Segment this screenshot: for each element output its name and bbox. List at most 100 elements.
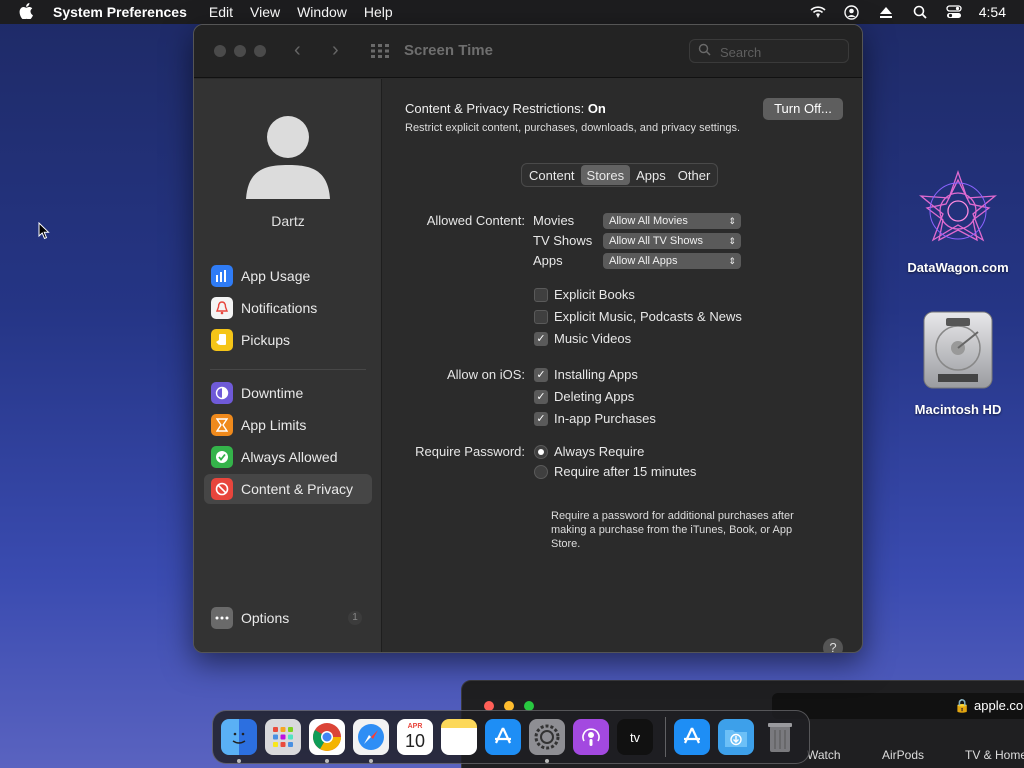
content-pane: Content & Privacy Restrictions: On Restr…: [383, 79, 862, 652]
forward-chevron-icon[interactable]: ›: [332, 39, 339, 62]
sidebar-item-pickups[interactable]: Pickups: [204, 325, 372, 355]
always-require-radio[interactable]: [534, 445, 548, 459]
trash-icon[interactable]: [762, 719, 798, 755]
system-preferences-icon[interactable]: [529, 719, 565, 763]
apps-select[interactable]: Allow All Apps ⇕: [603, 253, 741, 269]
menu-help[interactable]: Help: [364, 4, 393, 20]
nav-link-tv-home[interactable]: TV & Home: [965, 748, 1024, 762]
desktop-icon-datawagon[interactable]: DataWagon.com: [898, 168, 1018, 275]
deleting-apps-checkbox[interactable]: ✓: [534, 390, 548, 404]
hourglass-icon: [211, 414, 233, 436]
sidebar-item-options[interactable]: Options 1: [204, 603, 372, 633]
explicit-books-checkbox[interactable]: [534, 288, 548, 302]
control-center-icon[interactable]: [945, 5, 963, 19]
tv-shows-label: TV Shows: [533, 233, 593, 248]
installing-apps-checkbox[interactable]: ✓: [534, 368, 548, 382]
sidebar-item-label: Options: [241, 610, 290, 626]
allowed-content-label: Allowed Content:: [426, 213, 525, 228]
divider: [210, 369, 366, 370]
menu-clock[interactable]: 4:54: [979, 4, 1006, 20]
address-text: 🔒 apple.com: [954, 698, 1024, 713]
nav-link-watch[interactable]: Watch: [807, 748, 841, 762]
movies-select-value: Allow All Movies: [609, 215, 688, 227]
search-icon[interactable]: [911, 5, 929, 19]
title-bar: ‹ › Screen Time Search: [194, 25, 862, 78]
avatar[interactable]: [244, 113, 332, 201]
explicit-music-checkbox[interactable]: [534, 310, 548, 324]
app-store-folder-icon[interactable]: [674, 719, 710, 755]
sidebar-item-label: App Limits: [241, 417, 307, 433]
apple-menu-icon[interactable]: [18, 2, 34, 22]
tab-stores[interactable]: Stores: [580, 165, 631, 185]
apps-label: Apps: [533, 253, 563, 268]
music-videos-checkbox[interactable]: ✓: [534, 332, 548, 346]
require-after-15-radio[interactable]: [534, 465, 548, 479]
eject-icon[interactable]: [877, 5, 895, 19]
calendar-icon[interactable]: APR 10: [397, 719, 433, 755]
tv-shows-select-value: Allow All TV Shows: [609, 235, 703, 247]
desktop-icon-macintosh-hd[interactable]: Macintosh HD: [898, 310, 1018, 417]
app-store-icon[interactable]: [485, 719, 521, 755]
minimize-icon[interactable]: [234, 45, 246, 57]
in-app-purchases-checkbox[interactable]: ✓: [534, 412, 548, 426]
sidebar-item-downtime[interactable]: Downtime: [204, 378, 372, 408]
allow-on-ios-label: Allow on iOS:: [446, 367, 525, 382]
sidebar-item-content-privacy[interactable]: Content & Privacy: [204, 474, 372, 504]
hard-drive-icon: [920, 310, 996, 392]
datawagon-logo-icon: [915, 168, 1001, 254]
sidebar-item-notifications[interactable]: Notifications: [204, 293, 372, 323]
address-bar[interactable]: 🔒 apple.com: [772, 693, 1024, 719]
notes-icon[interactable]: [441, 719, 477, 755]
user-icon[interactable]: [843, 4, 861, 20]
movies-select[interactable]: Allow All Movies ⇕: [603, 213, 741, 229]
mouse-cursor-icon: [38, 221, 52, 240]
launchpad-icon[interactable]: [265, 719, 301, 755]
up-down-chevron-icon: ⇕: [728, 236, 736, 246]
safari-icon[interactable]: [353, 719, 389, 763]
search-input[interactable]: Search: [689, 39, 849, 63]
options-badge: 1: [348, 611, 362, 625]
explicit-books-label: Explicit Books: [554, 287, 635, 302]
always-require-label: Always Require: [554, 444, 645, 459]
dock-divider: [665, 717, 666, 757]
restrictions-header: Content & Privacy Restrictions: On: [405, 101, 606, 116]
desktop-icon-label: DataWagon.com: [907, 260, 1009, 275]
turn-off-button[interactable]: Turn Off...: [763, 98, 843, 120]
desktop-icon-label: Macintosh HD: [914, 402, 1002, 417]
search-icon: [698, 43, 711, 59]
menu-view[interactable]: View: [250, 4, 280, 20]
apps-select-value: Allow All Apps: [609, 255, 678, 267]
restriction-icon: [211, 478, 233, 500]
menu-edit[interactable]: Edit: [209, 4, 233, 20]
bell-icon: [211, 297, 233, 319]
tab-other[interactable]: Other: [672, 165, 717, 185]
menu-bar: System Preferences Edit View Window Help…: [0, 0, 1024, 24]
tab-apps[interactable]: Apps: [630, 165, 672, 185]
downloads-icon[interactable]: [718, 719, 754, 755]
checkmark-shield-icon: [211, 446, 233, 468]
up-down-chevron-icon: ⇕: [728, 256, 736, 266]
menu-app-name[interactable]: System Preferences: [53, 4, 187, 20]
installing-apps-label: Installing Apps: [554, 367, 638, 382]
nav-link-airpods[interactable]: AirPods: [882, 748, 924, 762]
movies-label: Movies: [533, 213, 575, 228]
finder-icon[interactable]: [221, 719, 257, 763]
help-button[interactable]: ?: [823, 638, 843, 652]
tab-content[interactable]: Content: [523, 165, 581, 185]
tv-shows-select[interactable]: Allow All TV Shows ⇕: [603, 233, 741, 249]
close-icon[interactable]: [214, 45, 226, 57]
sidebar-item-always-allowed[interactable]: Always Allowed: [204, 442, 372, 472]
sidebar-item-app-limits[interactable]: App Limits: [204, 410, 372, 440]
sidebar-item-label: Pickups: [241, 332, 291, 348]
grid-icon[interactable]: [371, 44, 389, 63]
apple-tv-icon[interactable]: tv: [617, 719, 653, 755]
podcasts-icon[interactable]: [573, 719, 609, 755]
wifi-icon[interactable]: [809, 5, 827, 19]
zoom-icon[interactable]: [254, 45, 266, 57]
back-chevron-icon[interactable]: ‹: [294, 39, 301, 62]
chrome-icon[interactable]: [309, 719, 345, 763]
sidebar-item-app-usage[interactable]: App Usage: [204, 261, 372, 291]
menu-window[interactable]: Window: [297, 4, 347, 20]
restrictions-state: On: [587, 101, 606, 116]
dock: APR 10 tv: [212, 710, 810, 764]
